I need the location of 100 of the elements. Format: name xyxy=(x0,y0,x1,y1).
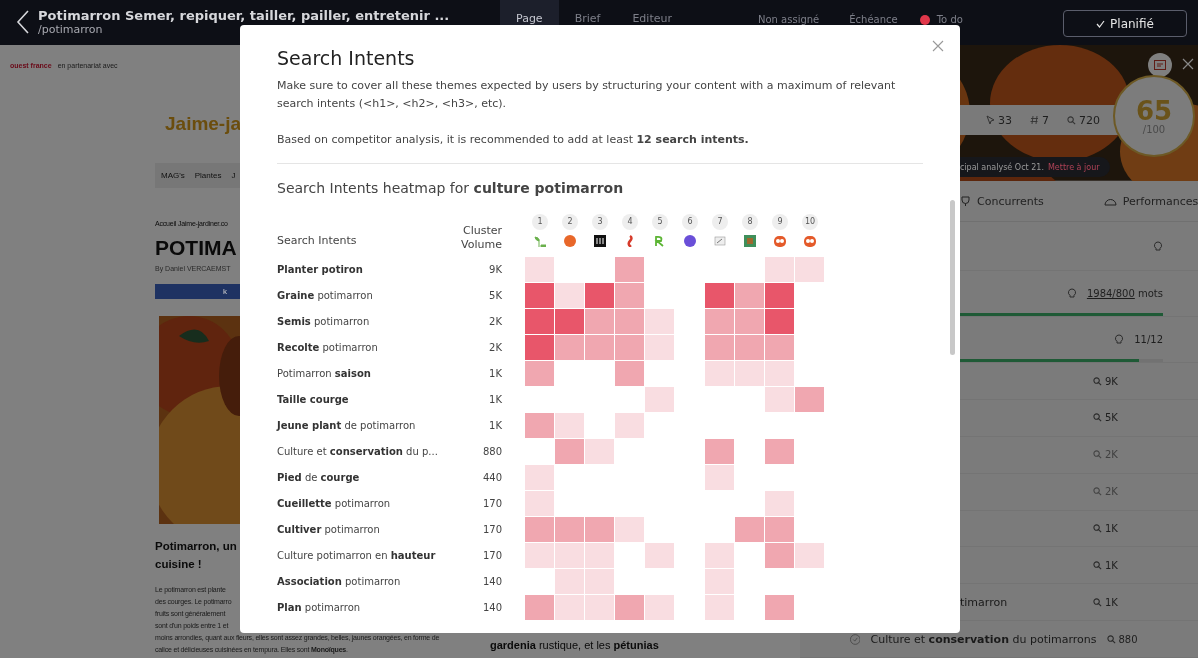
intent-label: Planter potiron xyxy=(277,263,364,275)
intent-volume: 140 xyxy=(481,601,502,613)
panel-tab[interactable]: Performances xyxy=(1103,194,1198,208)
rank-stat: 7 xyxy=(1030,113,1049,127)
update-link[interactable]: Mettre à jour xyxy=(1047,162,1100,172)
intent-volume: 170 xyxy=(481,549,502,561)
competitor-rank: 8 xyxy=(742,213,758,230)
panel-tab[interactable]: Concurrents xyxy=(960,194,1044,208)
back-icon[interactable] xyxy=(16,9,30,35)
intent-label: Recolte potimarron xyxy=(277,341,379,353)
check-icon xyxy=(1096,19,1106,28)
intent-volume: 880 xyxy=(1106,633,1163,645)
heatmap-title: Search Intents heatmap for culture potimarron xyxy=(277,180,625,196)
search-icon xyxy=(1093,560,1102,570)
intent-label: Culture et conservation du potimarrons xyxy=(870,632,1097,646)
intents-count: 11/12 xyxy=(1134,334,1163,346)
intent-label: Potimarron saison xyxy=(277,367,372,379)
competitor-rank: 7 xyxy=(712,213,728,230)
intent-label: Cultiver potimarron xyxy=(277,523,381,535)
search-icon xyxy=(1067,115,1076,125)
competitor-rank: 4 xyxy=(622,213,638,230)
intent-volume: 9K xyxy=(1093,375,1163,387)
intent-volume: 2K xyxy=(488,341,502,353)
scrollbar[interactable] xyxy=(950,200,955,355)
side-text: gardenia rustique, et les pétunias xyxy=(490,639,659,651)
clicks-stat: 33 xyxy=(986,113,1012,127)
assignee-label[interactable]: Non assigné xyxy=(758,14,820,25)
intent-volume: 2K xyxy=(1093,486,1163,498)
search-icon xyxy=(1106,634,1116,644)
intent-label: Jeune plant de potimarron xyxy=(277,419,417,431)
site-nav-item[interactable]: MAG's xyxy=(161,171,185,180)
word-count: 1984/800 mots xyxy=(1086,288,1163,300)
article-heading: Potimarron, un xyxy=(155,540,237,552)
intent-label: Culture potimarron en hauteur xyxy=(277,549,437,561)
search-icon xyxy=(1093,376,1102,386)
competitor-rank: 3 xyxy=(592,213,608,230)
competitor-rank: 6 xyxy=(682,213,698,230)
intent-label: Culture et conservation du p... xyxy=(277,445,439,457)
lightbulb-icon xyxy=(1153,240,1163,252)
lightbulb-icon xyxy=(1114,334,1125,346)
intent-label: Pied de courge xyxy=(277,471,361,483)
dialog-description: Make sure to cover all these themes expected by users by structuring your content with a maximum of relevant search intents (<h1>, <h2>, <h3>, etc). xyxy=(277,78,897,112)
square-logo-icon xyxy=(594,234,606,247)
intent-volume: 440 xyxy=(481,471,502,483)
intent-volume: 170 xyxy=(481,523,502,535)
intent-label: Taille courge xyxy=(277,393,350,405)
site-nav-item[interactable]: J xyxy=(231,171,236,180)
status-label[interactable]: To do xyxy=(936,14,963,25)
intent-volume: 5K xyxy=(488,289,502,301)
intent-volume: 1K xyxy=(1093,559,1163,571)
competitor-rank: 9 xyxy=(772,213,788,230)
site-nav-item[interactable]: Plantes xyxy=(194,171,222,180)
tile-logo-icon xyxy=(744,234,756,247)
search-icon xyxy=(1093,523,1102,533)
article-title: POTIMA xyxy=(155,237,237,258)
intent-volume: 2K xyxy=(488,315,502,327)
close-icon[interactable] xyxy=(932,40,944,52)
search-icon xyxy=(1093,450,1102,460)
intent-label: timarron xyxy=(960,595,1008,609)
article-heading: cuisine ! xyxy=(155,558,202,570)
intent-volume: 1K xyxy=(1093,522,1163,534)
intent-volume: 1K xyxy=(488,367,502,379)
page-title: Potimarron Semer, repiquer, tailler, pailler, entretenir ... xyxy=(38,8,451,23)
intent-volume: 1K xyxy=(1093,596,1163,608)
column-header: Search Intents xyxy=(277,234,358,248)
intent-volume: 2K xyxy=(1093,449,1163,461)
intent-label: Semis potimarron xyxy=(277,315,371,327)
intent-volume: 9K xyxy=(488,263,502,275)
hash-icon xyxy=(1030,115,1039,125)
site-logo: Jaime-ja xyxy=(165,113,242,135)
dialog-title: Search Intents xyxy=(277,47,416,69)
intent-volume: 140 xyxy=(481,575,502,587)
circle-logo-icon xyxy=(564,234,576,247)
search-icon xyxy=(1093,487,1102,497)
dot-logo-icon xyxy=(684,234,696,247)
due-date-label[interactable]: Échéance xyxy=(849,14,898,25)
intent-volume: 5K xyxy=(1093,412,1163,424)
intent-volume: 1K xyxy=(488,419,502,431)
notes-icon xyxy=(1154,60,1166,70)
page-path: /potimarron xyxy=(38,23,104,36)
sprout-icon xyxy=(534,234,546,247)
intent-label: Plan potimarron xyxy=(277,601,362,613)
competitor-rank: 2 xyxy=(562,213,578,230)
trophy-icon xyxy=(960,195,971,207)
recommendation-text: Based on competitor analysis, it is recommended to add at least 12 search intents. xyxy=(277,132,750,148)
volume-stat: 720 xyxy=(1067,113,1100,127)
competitor-rank: 5 xyxy=(652,213,668,230)
cursor-icon xyxy=(986,115,995,125)
intent-label: Association potimarron xyxy=(277,575,402,587)
score-value: 65 xyxy=(1135,97,1173,124)
check-circle-icon xyxy=(850,632,861,646)
planned-button[interactable]: Planifié xyxy=(1063,10,1187,37)
notice-text: cipal analysé Oct 21. xyxy=(960,162,1044,172)
search-icon xyxy=(1093,597,1102,607)
lightbulb-icon xyxy=(1066,288,1077,300)
search-icon xyxy=(1093,413,1102,423)
intent-volume: 1K xyxy=(488,393,502,405)
intent-volume: 170 xyxy=(481,497,502,509)
column-header: Cluster Volume xyxy=(460,224,502,252)
close-icon[interactable] xyxy=(1182,58,1194,70)
